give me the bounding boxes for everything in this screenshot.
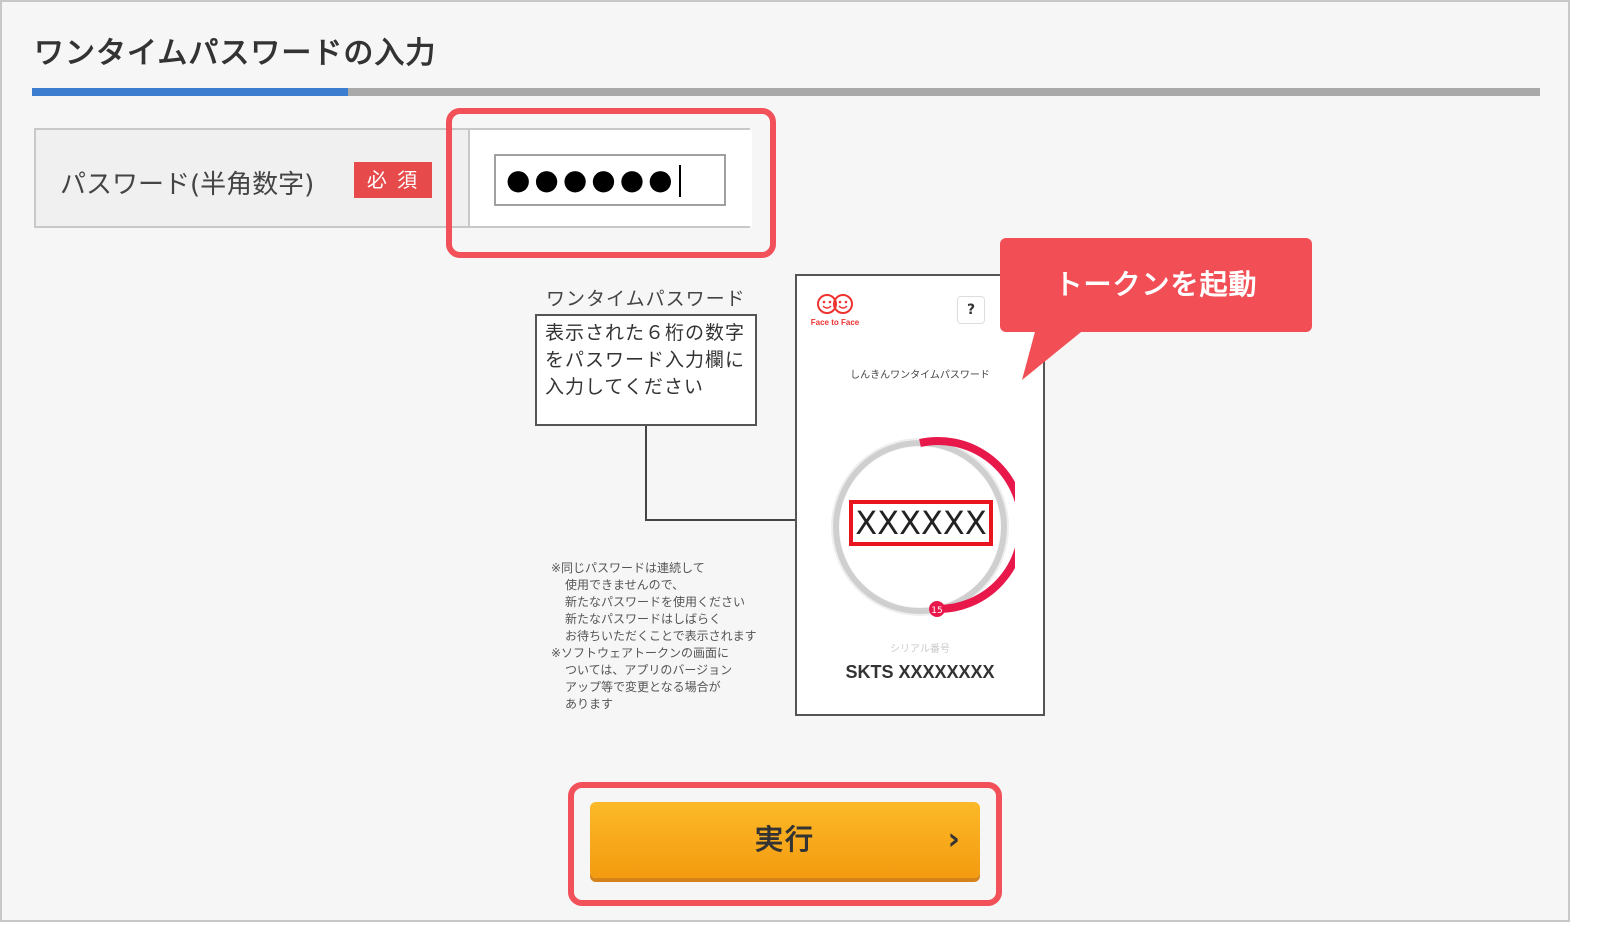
connector-line [645,426,647,520]
note-line: 新たなパスワードを使用ください [565,595,746,609]
note-line: ついては、アプリのバージョン [565,663,733,677]
required-badge: 必 須 [354,162,432,198]
note-line: あります [565,697,614,711]
callout-tail [1022,328,1086,380]
token-phone-mockup: Face to Face ? しんきんワンタイムパスワード 15 XXXXXX … [795,274,1045,716]
note-line: 新たなパスワードはしばらく [565,612,722,626]
password-input-highlight [446,108,776,258]
usage-notes: ※同じパスワードは連続して 使用できませんので、 新たなパスワードを使用ください… [551,560,811,713]
instruction-line: をパスワード入力欄に [545,349,746,371]
chevron-right-icon: › [947,822,962,857]
face-to-face-logo: Face to Face [811,294,860,327]
title-underline-accent [32,88,348,96]
diagram-heading: ワンタイムパスワード [546,288,746,310]
password-label: パスワード(半角数字) [60,170,315,200]
token-app-title: しんきんワンタイムパスワード [850,370,990,381]
note-line: ※ソフトウェアトークンの画面に [551,646,730,660]
execute-button[interactable]: 実行 › [590,802,980,878]
note-line: アップ等で変更となる場合が [565,680,721,694]
instruction-box: 表示された６桁の数字 をパスワード入力欄に 入力してください [535,314,757,426]
otp-code-display: XXXXXX [849,500,993,546]
serial-number: SKTS XXXXXXXX [845,662,995,682]
serial-label: シリアル番号 [890,644,950,655]
timer-value: 15 [931,606,942,616]
help-button: ? [957,296,985,324]
instruction-line: 入力してください [545,376,704,398]
otp-panel: ワンタイムパスワードの入力 パスワード(半角数字) 必 須 ●●●●●● ワンタ… [0,0,1570,922]
execute-button-label: 実行 [754,823,815,856]
page-title: ワンタイムパスワードの入力 [34,36,437,71]
launch-token-callout: トークンを起動 [1000,238,1312,332]
note-line: 使用できませんので、 [565,578,685,592]
instruction-line: 表示された６桁の数字 [545,322,746,344]
logo-text: Face to Face [811,318,860,327]
note-line: ※同じパスワードは連続して [551,561,705,575]
note-line: お待ちいただくことで表示されます [565,629,757,643]
